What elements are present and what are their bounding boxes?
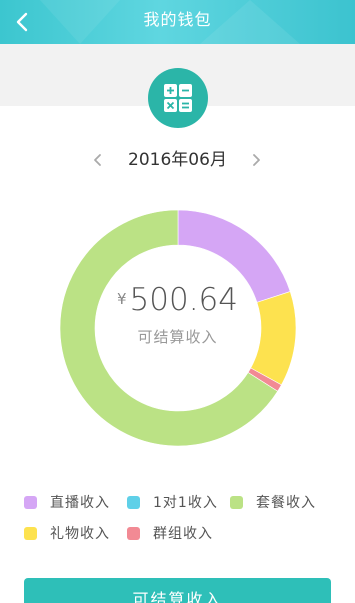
legend-label: 1对1收入	[153, 495, 218, 511]
legend-label: 直播收入	[50, 495, 110, 511]
legend-item: 1对1收入	[127, 492, 218, 512]
legend-swatch	[127, 526, 140, 540]
legend-item: 群组收入	[127, 523, 213, 543]
legend-label: 群组收入	[153, 526, 213, 542]
currency-symbol: ¥	[116, 290, 127, 308]
legend-item: 礼物收入	[24, 523, 110, 543]
settle-income-button[interactable]: 可结算收入	[24, 578, 331, 603]
legend-swatch	[127, 495, 140, 509]
legend-item: 套餐收入	[230, 492, 316, 512]
legend-label: 礼物收入	[50, 526, 110, 542]
legend-swatch	[24, 526, 37, 540]
amount-value: 500.64	[129, 282, 239, 318]
balance-label: 可结算收入	[137, 328, 218, 346]
balance-amount: ¥500.64	[0, 282, 355, 326]
legend-swatch	[230, 495, 243, 509]
legend-swatch	[24, 495, 37, 509]
legend-label: 套餐收入	[256, 495, 316, 511]
legend-item: 直播收入	[24, 492, 110, 512]
